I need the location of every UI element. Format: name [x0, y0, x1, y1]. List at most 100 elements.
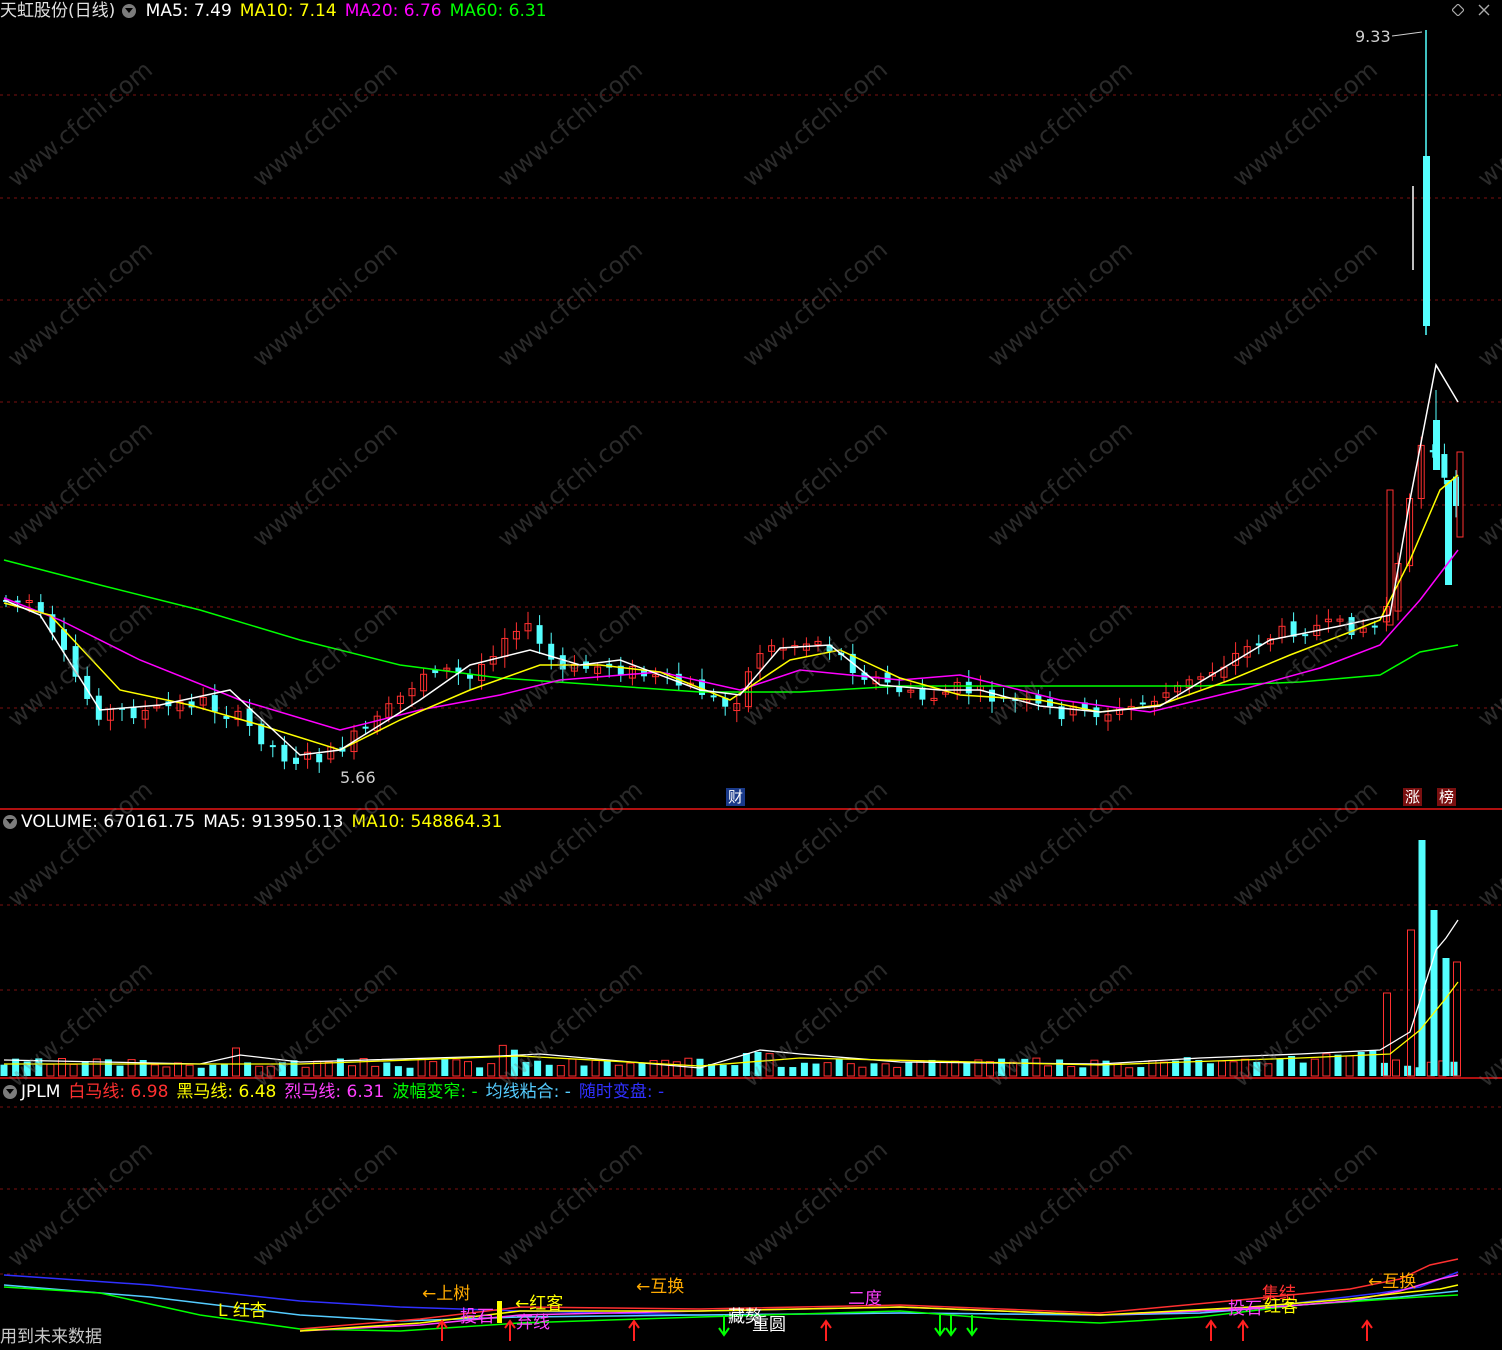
financial-report-marker[interactable]: 财: [726, 788, 746, 806]
jplm-menu-icon[interactable]: [3, 1085, 17, 1099]
jplm-label-1: 白马线: 6.98: [68, 1082, 169, 1102]
volume-bar: [1276, 1059, 1284, 1076]
jplm-label-4: 波幅变窄: -: [392, 1082, 478, 1102]
volume-bar: [1345, 1055, 1354, 1077]
jplm-label-6: 随时变盘: -: [578, 1082, 665, 1102]
jplm-label-0: JPLM: [21, 1082, 61, 1102]
candle-body: [559, 655, 566, 670]
volume-bar: [417, 1057, 426, 1077]
volume-bar: [441, 1059, 449, 1076]
ma-label-1: MA10: 7.14: [239, 1, 337, 21]
volume-bar: [452, 1059, 461, 1077]
volume-bar: [626, 1062, 635, 1077]
footer-note: 用到未来数据: [0, 1327, 102, 1347]
candle-body: [536, 625, 543, 644]
jplm-annotation-8: 二度: [848, 1289, 882, 1309]
high-price-label: 9.33: [1355, 27, 1391, 46]
volume-bar: [220, 1063, 228, 1076]
volume-bar: [255, 1065, 264, 1077]
volume-bar: [1195, 1060, 1203, 1076]
volume-label-2: MA10: 548864.31: [351, 812, 503, 832]
candle-body: [1433, 420, 1440, 470]
volume-bar: [383, 1062, 391, 1076]
volume-menu-icon[interactable]: [3, 815, 17, 829]
candle-body: [316, 753, 323, 763]
close-icon[interactable]: [1478, 4, 1490, 16]
volume-bar: [916, 1060, 925, 1077]
volume-bar: [1407, 929, 1415, 1077]
volume-bar: [1218, 1060, 1226, 1077]
volume-bar: [881, 1063, 890, 1077]
volume-label-0: VOLUME: 670161.75: [21, 812, 196, 832]
volume-bar: [905, 1062, 913, 1076]
volume-bar: [1253, 1061, 1261, 1076]
volume-chart[interactable]: [0, 810, 1502, 1078]
jplm-indicator-panel[interactable]: JPLM 白马线: 6.98 黑马线: 6.48 烈马线: 6.31 波幅变窄: - 均线…: [0, 1079, 1502, 1350]
volume-bar: [556, 1065, 565, 1077]
jplm-annotation-7: 重圆: [752, 1315, 786, 1335]
candle-body: [1453, 476, 1459, 506]
candlestick-chart[interactable]: [0, 0, 1502, 808]
volume-bar: [835, 1059, 843, 1076]
volume-bar: [1241, 1058, 1250, 1077]
jplm-annotation-0: L 红杏: [218, 1301, 267, 1321]
volume-bar: [777, 1066, 785, 1076]
volume-bar: [858, 1066, 867, 1077]
volume-bar: [0, 1064, 8, 1076]
volume-bar: [429, 1061, 438, 1077]
volume-bar: [371, 1065, 380, 1077]
limit-up-marker[interactable]: 涨: [1403, 788, 1423, 806]
volume-bar: [1113, 1062, 1122, 1077]
volume-bar: [301, 1066, 310, 1077]
indicator-menu-icon[interactable]: [122, 4, 137, 18]
volume-bar: [614, 1064, 623, 1077]
yellow-marker: [497, 1301, 502, 1323]
volume-bar: [162, 1066, 171, 1077]
volume-bar: [1044, 1065, 1052, 1077]
candle-body: [130, 706, 137, 719]
dragon-tiger-list-marker[interactable]: 榜: [1437, 788, 1457, 806]
jplm-annotation-4: 弃线: [516, 1313, 550, 1333]
candle-body: [965, 681, 972, 694]
volume-bar: [603, 1061, 611, 1076]
volume-bar: [893, 1066, 902, 1077]
volume-bar: [1032, 1057, 1041, 1077]
volume-bar: [1206, 1063, 1214, 1076]
volume-bar: [1125, 1067, 1134, 1077]
volume-bar: [1453, 961, 1461, 1077]
volume-bar: [81, 1061, 89, 1076]
jplm-header: JPLM 白马线: 6.98 黑马线: 6.48 烈马线: 6.31 波幅变窄: - 均线…: [0, 1081, 676, 1103]
diamond-icon[interactable]: [1452, 4, 1464, 16]
volume-bar: [69, 1063, 78, 1077]
volume-ma10-line: [4, 981, 1459, 1067]
volume-bar: [232, 1047, 240, 1077]
candle-body: [293, 757, 299, 764]
volume-panel[interactable]: VOLUME: 670161.75 MA5: 913950.13 MA10: 548…: [0, 810, 1502, 1078]
volume-bar: [290, 1060, 298, 1076]
volume-ma5-line: [3, 919, 1459, 1069]
candle-body: [1371, 625, 1378, 628]
ma60-line: [3, 559, 1459, 693]
volume-bar: [545, 1064, 553, 1076]
candle-body: [281, 744, 288, 762]
main-header: 天虹股份(日线) MA5: 7.49 MA10: 7.14 MA20: 6.76 MA…: [0, 0, 559, 22]
volume-bar: [963, 1061, 971, 1076]
candle-body: [1302, 634, 1309, 637]
volume-bar: [1009, 1061, 1018, 1077]
volume-bar: [1299, 1062, 1307, 1076]
volume-bar: [174, 1062, 182, 1077]
volume-bar: [1079, 1067, 1087, 1076]
jplm-annotation-2: 投石: [460, 1307, 494, 1327]
volume-header: VOLUME: 670161.75 MA5: 913950.13 MA10: 548…: [0, 811, 514, 833]
volume-bar: [150, 1064, 159, 1077]
volume-bar: [394, 1066, 402, 1076]
candle-body: [710, 695, 717, 698]
ma5-line: [3, 362, 1459, 756]
candle-body: [269, 745, 276, 748]
volume-bar: [638, 1063, 646, 1076]
volume-bar: [1021, 1058, 1029, 1076]
candle-body: [1441, 454, 1448, 478]
main-chart-panel[interactable]: 天虹股份(日线) MA5: 7.49 MA10: 7.14 MA20: 6.76 MA…: [0, 0, 1502, 808]
volume-bar: [731, 1065, 739, 1076]
volume-bar: [46, 1063, 55, 1077]
